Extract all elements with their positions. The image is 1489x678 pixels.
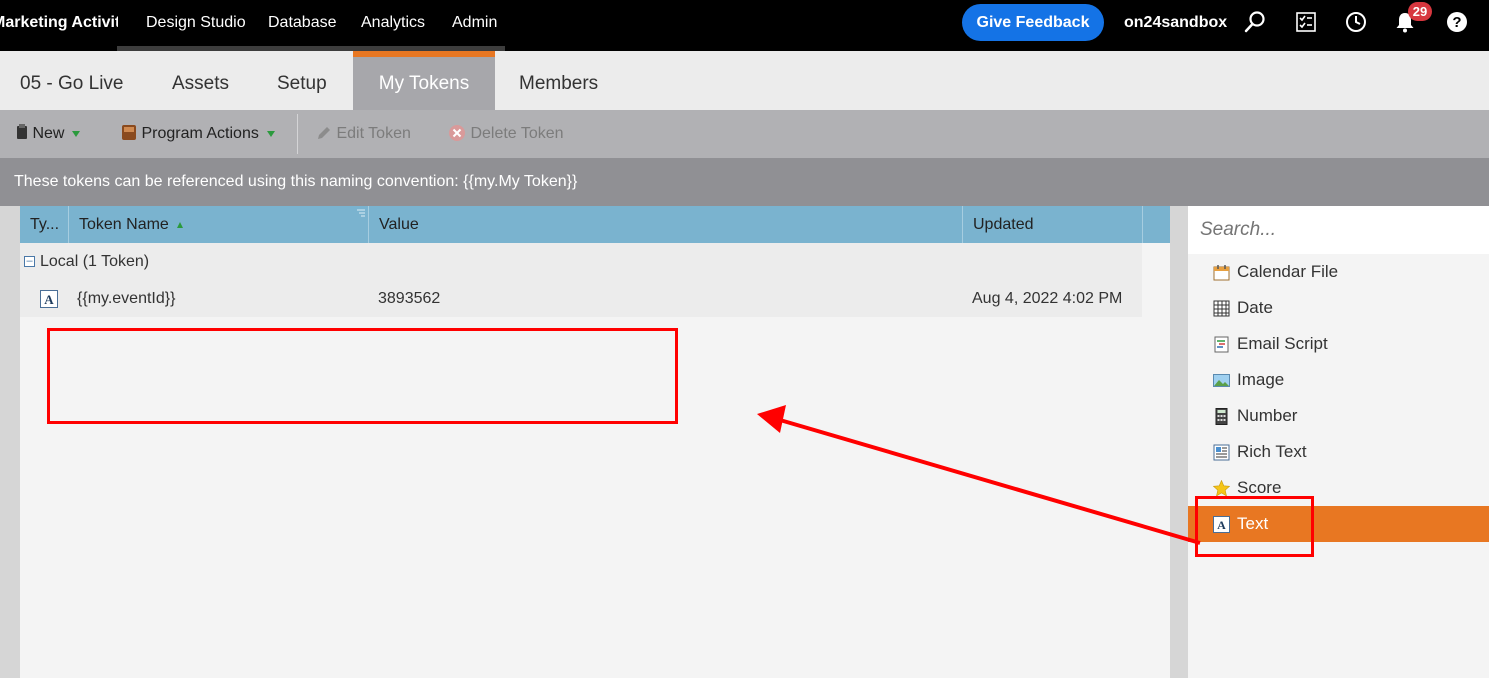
token-type-label: Email Script — [1237, 334, 1328, 353]
token-type-rich-text[interactable]: Rich Text — [1188, 434, 1489, 470]
new-label: New — [32, 125, 65, 142]
token-type-label: Image — [1237, 370, 1285, 389]
delete-token-label: Delete Token — [470, 125, 564, 142]
top-navigation-bar: Marketing Activities Design Studio Datab… — [0, 0, 1489, 51]
table-row[interactable]: A {{my.eventId}} 3893562 Aug 4, 2022 4:0… — [20, 281, 1142, 317]
svg-text:A: A — [1217, 518, 1226, 532]
token-type-text[interactable]: A Text — [1188, 506, 1489, 542]
nav-marketing-activities[interactable]: Marketing Activities — [0, 0, 118, 46]
column-updated[interactable]: Updated — [963, 206, 1143, 243]
instance-name[interactable]: on24sandbox — [1124, 0, 1227, 46]
token-type-score[interactable]: Score — [1188, 470, 1489, 506]
nav-admin[interactable]: Admin — [452, 0, 497, 46]
program-tab-bar: 05 - Go Live Assets Setup My Tokens Memb… — [0, 51, 1489, 110]
image-icon — [1213, 374, 1230, 387]
token-type-panel: Calendar File Date Email Script Image Nu… — [1188, 206, 1489, 678]
token-search-input[interactable] — [1188, 206, 1489, 254]
column-token-name-label: Token Name — [79, 216, 169, 233]
new-dropdown-icon — [72, 130, 81, 137]
star-icon — [1213, 480, 1230, 497]
text-icon: A — [1213, 516, 1230, 533]
notification-badge: 29 — [1408, 2, 1432, 21]
column-value[interactable]: Value — [369, 206, 963, 243]
token-grid[interactable]: Ty... Token Name Value Updated – Local (… — [20, 206, 1170, 678]
token-type-date[interactable]: Date — [1188, 290, 1489, 326]
program-actions-button[interactable]: Program Actions — [121, 110, 275, 158]
edit-token-label: Edit Token — [336, 125, 411, 142]
calendar-file-icon — [1213, 265, 1230, 281]
give-feedback-button[interactable]: Give Feedback — [962, 4, 1104, 41]
group-row-local[interactable]: – Local (1 Token) — [20, 243, 1142, 281]
tab-setup[interactable]: Setup — [277, 51, 327, 110]
tab-assets[interactable]: Assets — [172, 51, 229, 110]
search-icon[interactable] — [1243, 10, 1267, 34]
token-type-label: Number — [1237, 406, 1298, 425]
tab-my-tokens[interactable]: My Tokens — [353, 51, 495, 110]
collapse-icon[interactable]: – — [24, 256, 35, 267]
rich-text-icon — [1213, 444, 1230, 461]
new-icon — [17, 124, 27, 139]
toolbar-separator — [297, 114, 298, 154]
email-script-icon — [1214, 336, 1229, 353]
token-value-cell: 3893562 — [378, 290, 441, 307]
token-type-label: Score — [1237, 478, 1282, 497]
column-token-name[interactable]: Token Name — [69, 206, 369, 243]
program-actions-icon — [122, 125, 136, 140]
clock-icon[interactable] — [1344, 10, 1368, 34]
text-token-icon: A — [40, 290, 58, 308]
token-type-label: Calendar File — [1237, 262, 1339, 281]
help-icon[interactable]: ? — [1445, 10, 1469, 34]
token-type-number[interactable]: Number — [1188, 398, 1489, 434]
svg-text:A: A — [44, 292, 54, 307]
nav-design-studio[interactable]: Design Studio — [146, 0, 246, 46]
token-updated-cell: Aug 4, 2022 4:02 PM — [972, 290, 1123, 307]
nav-analytics[interactable]: Analytics — [361, 0, 425, 46]
sort-ascending-icon — [177, 221, 184, 228]
token-name-cell: {{my.eventId}} — [77, 290, 176, 307]
token-type-label: Rich Text — [1237, 442, 1307, 461]
token-type-label: Date — [1237, 298, 1273, 317]
delete-icon — [449, 125, 465, 141]
token-type-image[interactable]: Image — [1188, 362, 1489, 398]
tab-members[interactable]: Members — [519, 51, 598, 110]
program-actions-dropdown-icon — [266, 130, 275, 137]
token-type-label: Text — [1237, 514, 1269, 533]
new-button[interactable]: New — [16, 110, 81, 158]
naming-convention-info: These tokens can be referenced using thi… — [0, 158, 1489, 206]
checklist-icon[interactable] — [1294, 10, 1318, 34]
delete-token-button[interactable]: Delete Token — [448, 110, 564, 158]
column-menu-icon[interactable] — [356, 208, 366, 218]
date-icon — [1213, 300, 1230, 317]
edit-token-button[interactable]: Edit Token — [316, 110, 411, 158]
svg-text:?: ? — [1452, 14, 1461, 31]
pencil-icon — [318, 127, 330, 139]
token-type-email-script[interactable]: Email Script — [1188, 326, 1489, 362]
tab-active-indicator — [353, 51, 495, 57]
token-type-calendar-file[interactable]: Calendar File — [1188, 254, 1489, 290]
program-actions-label: Program Actions — [141, 125, 259, 142]
tab-go-live[interactable]: 05 - Go Live — [20, 51, 124, 110]
group-label: Local (1 Token) — [40, 253, 150, 270]
column-type[interactable]: Ty... — [20, 206, 69, 243]
toolbar: New Program Actions Edit Token Delete To… — [0, 110, 1489, 158]
calculator-icon — [1215, 408, 1228, 425]
grid-header: Ty... Token Name Value Updated — [20, 206, 1170, 243]
nav-database[interactable]: Database — [268, 0, 337, 46]
